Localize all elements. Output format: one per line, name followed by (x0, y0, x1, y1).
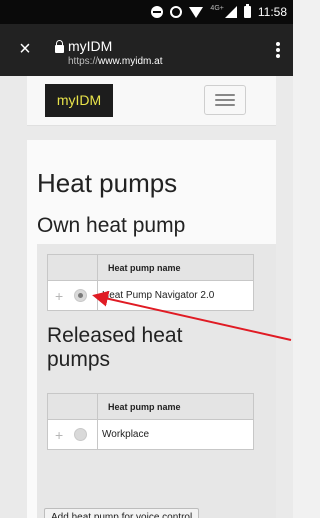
url-host: www.myidm.at (98, 56, 163, 67)
hamburger-line (215, 104, 235, 106)
own-heat-pump-table: Heat pump name + Heat Pump Navigator 2.0 (47, 254, 254, 311)
signal-icon (224, 6, 237, 18)
lock-icon (55, 40, 64, 53)
hamburger-line (215, 99, 235, 101)
battery-icon (243, 4, 251, 18)
overflow-menu-icon[interactable] (273, 40, 283, 60)
close-icon[interactable]: × (14, 38, 36, 60)
table-cell-controls: + (47, 419, 98, 450)
table-row[interactable]: + Workplace (47, 419, 254, 450)
hamburger-menu-button[interactable] (204, 85, 246, 115)
table-header-blank (47, 254, 98, 281)
table-header-name: Heat pump name (97, 254, 254, 281)
heat-pump-name-cell: Heat Pump Navigator 2.0 (97, 280, 254, 311)
site-logo[interactable]: myIDM (45, 84, 113, 117)
alarm-icon (170, 6, 183, 18)
add-heat-pump-voice-control-button[interactable]: Add heat pump for voice control (44, 508, 200, 518)
table-header-row: Heat pump name (47, 254, 254, 281)
url-scheme: https:// (68, 56, 99, 67)
heat-pump-panel: Heat pump name + Heat Pump Navigator 2.0… (37, 244, 276, 518)
table-header-blank (47, 393, 98, 420)
expand-plus-icon[interactable]: + (55, 289, 65, 303)
web-page: myIDM Heat pumps Own heat pump Heat pump… (0, 76, 293, 518)
table-header-row: Heat pump name (47, 393, 254, 420)
hamburger-line (215, 94, 235, 96)
released-heat-pump-table: Heat pump name + Workplace (47, 393, 254, 450)
site-title: myIDM (68, 38, 113, 54)
clock-time: 11:58 (257, 5, 287, 19)
main-content: Heat pumps Own heat pump Heat pump name … (27, 140, 276, 518)
page-title: Heat pumps (37, 168, 178, 198)
site-header: myIDM (27, 76, 276, 126)
table-row[interactable]: + Heat Pump Navigator 2.0 (47, 280, 254, 311)
site-url: https://www.myidm.at (68, 56, 162, 67)
select-radio-button[interactable] (74, 289, 87, 302)
do-not-disturb-icon (151, 6, 164, 18)
table-header-name: Heat pump name (97, 393, 254, 420)
heat-pump-name-cell: Workplace (97, 419, 254, 450)
expand-plus-icon[interactable]: + (55, 428, 65, 442)
browser-toolbar: × myIDM https://www.myidm.at (0, 24, 293, 76)
own-heat-pump-heading: Own heat pump (37, 214, 186, 237)
wifi-icon (189, 6, 204, 18)
select-radio-button[interactable] (74, 428, 87, 441)
table-cell-controls: + (47, 280, 98, 311)
status-bar: 4G+ 11:58 (0, 0, 293, 24)
status-icons: 4G+ 11:58 (151, 4, 287, 20)
released-heat-pumps-heading: Released heat pumps (47, 324, 183, 371)
network-type-label: 4G+ (210, 4, 224, 12)
